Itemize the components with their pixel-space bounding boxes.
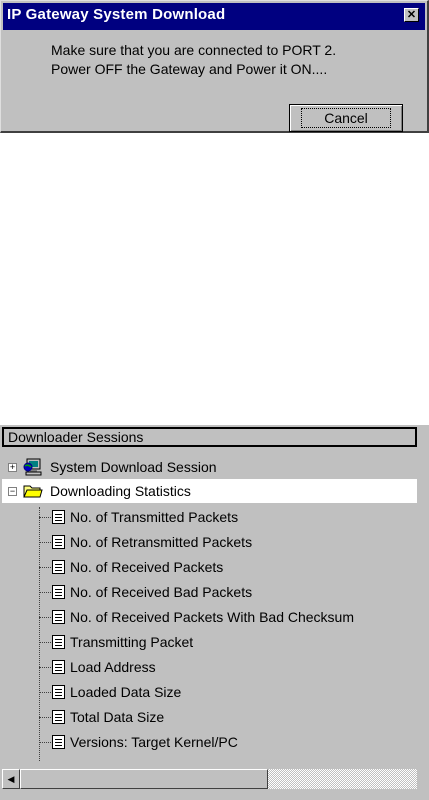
dialog-message-line-2: Power OFF the Gateway and Power it ON...… bbox=[51, 61, 328, 77]
dialog-message-line-1: Make sure that you are connected to PORT… bbox=[51, 42, 337, 58]
tree-leaf-total-data-size[interactable]: Total Data Size bbox=[2, 705, 417, 729]
tree-connector bbox=[39, 667, 51, 668]
dialog-title: IP Gateway System Download bbox=[7, 6, 226, 23]
downloader-sessions-panel: Downloader Sessions + System Download Se… bbox=[0, 425, 429, 800]
tree-leaf-label: No. of Retransmitted Packets bbox=[70, 534, 253, 550]
document-icon bbox=[52, 735, 65, 749]
tree-leaf-label: Versions: Target Kernel/PC bbox=[70, 734, 238, 750]
cancel-button[interactable]: Cancel bbox=[289, 104, 403, 132]
document-icon bbox=[52, 585, 65, 599]
tree-leaf-loaded-data-size[interactable]: Loaded Data Size bbox=[2, 680, 417, 704]
download-dialog: IP Gateway System Download ✕ Make sure t… bbox=[0, 0, 429, 133]
tree-leaf-received-packets[interactable]: No. of Received Packets bbox=[2, 555, 417, 579]
tree-leaf-label: Transmitting Packet bbox=[70, 634, 194, 650]
scroll-left-button[interactable]: ◀ bbox=[2, 769, 20, 789]
tree-node-label: Downloading Statistics bbox=[50, 483, 191, 499]
document-icon bbox=[52, 685, 65, 699]
tree-leaf-label: No. of Received Bad Packets bbox=[70, 584, 253, 600]
tree-leaf-load-address[interactable]: Load Address bbox=[2, 655, 417, 679]
tree-connector bbox=[39, 642, 51, 643]
session-tree[interactable]: + System Download Session − Downloading … bbox=[2, 449, 417, 767]
tree-connector bbox=[39, 692, 51, 693]
tree-connector bbox=[39, 617, 51, 618]
tree-connector bbox=[39, 567, 51, 568]
document-icon bbox=[52, 510, 65, 524]
tree-leaf-label: Load Address bbox=[70, 659, 156, 675]
tree-leaf-received-bad-packets[interactable]: No. of Received Bad Packets bbox=[2, 580, 417, 604]
tree-leaf-versions[interactable]: Versions: Target Kernel/PC bbox=[2, 730, 417, 754]
tree-leaf-label: No. of Received Packets With Bad Checksu… bbox=[70, 609, 355, 625]
document-icon bbox=[52, 560, 65, 574]
dialog-titlebar[interactable]: IP Gateway System Download ✕ bbox=[3, 3, 425, 30]
document-icon bbox=[52, 710, 65, 724]
tree-leaf-retransmitted-packets[interactable]: No. of Retransmitted Packets bbox=[2, 530, 417, 554]
document-icon bbox=[52, 535, 65, 549]
arrow-left-icon: ◀ bbox=[7, 774, 15, 784]
folder-open-icon bbox=[23, 485, 43, 498]
tree-leaf-label: Total Data Size bbox=[70, 709, 165, 725]
cancel-button-label: Cancel bbox=[301, 108, 391, 128]
panel-bottom-edge bbox=[0, 791, 429, 800]
scrollbar-thumb[interactable] bbox=[20, 769, 268, 789]
horizontal-scrollbar[interactable]: ◀ bbox=[2, 769, 417, 789]
tree-connector bbox=[39, 717, 51, 718]
tree-leaf-label: Loaded Data Size bbox=[70, 684, 182, 700]
tree-leaf-transmitted-packets[interactable]: No. of Transmitted Packets bbox=[2, 505, 417, 529]
scrollbar-track[interactable] bbox=[268, 769, 417, 789]
document-icon bbox=[52, 635, 65, 649]
tree-node-downloading-statistics[interactable]: − Downloading Statistics bbox=[2, 479, 417, 503]
document-icon bbox=[52, 610, 65, 624]
tree-connector bbox=[39, 542, 51, 543]
tree-node-label: System Download Session bbox=[50, 459, 217, 475]
expand-button[interactable]: + bbox=[8, 463, 17, 472]
collapse-button[interactable]: − bbox=[8, 487, 17, 496]
tree-leaf-label: No. of Received Packets bbox=[70, 559, 224, 575]
tree-connector bbox=[39, 517, 51, 518]
tree-leaf-label: No. of Transmitted Packets bbox=[70, 509, 239, 525]
tree-leaf-transmitting-packet[interactable]: Transmitting Packet bbox=[2, 630, 417, 654]
tree-node-system-download-session[interactable]: + System Download Session bbox=[2, 455, 417, 479]
close-icon: ✕ bbox=[406, 9, 417, 21]
tree-connector bbox=[39, 592, 51, 593]
network-computer-icon bbox=[23, 458, 42, 476]
tree-leaf-bad-checksum[interactable]: No. of Received Packets With Bad Checksu… bbox=[2, 605, 417, 629]
tree-header: Downloader Sessions bbox=[2, 427, 417, 447]
close-button[interactable]: ✕ bbox=[404, 8, 419, 22]
document-icon bbox=[52, 660, 65, 674]
tree-connector bbox=[39, 742, 51, 743]
